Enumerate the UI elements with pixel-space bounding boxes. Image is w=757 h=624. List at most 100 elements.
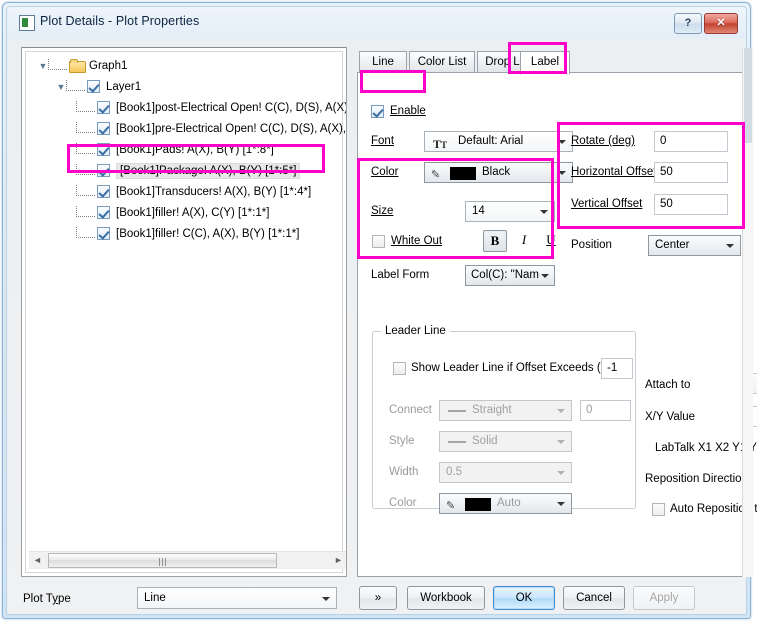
ok-button[interactable]: OK: [493, 586, 555, 610]
tree-connector: [66, 80, 85, 91]
tree-item-checkbox[interactable]: [97, 143, 110, 156]
expand-button[interactable]: »: [359, 586, 397, 610]
tree-item-checkbox[interactable]: [97, 164, 110, 177]
window-title: Plot Details - Plot Properties: [40, 14, 199, 28]
pen-icon: ✎: [431, 166, 440, 185]
plot-tree[interactable]: ▼ Graph1 ▼ Layer1 [Book1]post-Electrical O…: [25, 51, 343, 573]
label-form-value: Col(C): "Nam: [471, 266, 539, 285]
tree-item-filler-ac[interactable]: [Book1]filler! A(X), C(Y) [1*:1*]: [28, 203, 340, 224]
chevron-down-icon: [558, 171, 566, 175]
close-icon[interactable]: ✕: [704, 13, 738, 34]
plot-window-icon: [19, 15, 35, 31]
tree-item-checkbox[interactable]: [97, 185, 110, 198]
scroll-left-arrow-icon[interactable]: ◄: [29, 552, 46, 569]
tree-item-layer1[interactable]: ▼ Layer1: [28, 77, 340, 98]
expand-twisty-icon[interactable]: ▼: [38, 56, 48, 77]
chevron-down-icon: [557, 440, 565, 444]
width-value: 0.5: [446, 463, 462, 482]
scrollbar-thumb[interactable]: [744, 48, 752, 143]
connect-value: Straight: [472, 401, 512, 420]
help-button[interactable]: ?: [674, 13, 702, 34]
show-leader-line-label: Show Leader Line if Offset Exceeds (%): [411, 362, 615, 374]
plot-details-window: Plot Details - Plot Properties ? ✕ ▼ Grap…: [2, 2, 751, 619]
chevron-down-icon: [557, 471, 565, 475]
tree-item-checkbox[interactable]: [97, 101, 110, 114]
tree-connector: [76, 227, 95, 238]
workbook-button[interactable]: Workbook: [407, 586, 485, 610]
font-icon: TT: [433, 135, 447, 155]
font-dropdown[interactable]: TT Default: Arial: [424, 131, 573, 152]
width-dropdown[interactable]: 0.5: [439, 462, 572, 483]
tree-item-label: [Book1]Package! A(X), B(Y) [1*:5*]: [116, 163, 300, 179]
tree-connector: [76, 122, 95, 133]
rotate-input[interactable]: 0: [654, 131, 728, 152]
auto-reposition-checkbox[interactable]: [652, 503, 665, 516]
white-out-checkbox[interactable]: [372, 235, 385, 248]
tree-item-label: Graph1: [89, 60, 127, 72]
size-label: Size: [371, 205, 393, 217]
tree-item-filler-cab[interactable]: [Book1]filler! C(C), A(X), B(Y) [1*:1*]: [28, 224, 340, 245]
panel-vertical-scrollbar[interactable]: [742, 48, 753, 577]
horizontal-offset-input[interactable]: 50: [654, 162, 728, 183]
line-preview-icon: [448, 410, 466, 412]
apply-button[interactable]: Apply: [633, 586, 695, 610]
tab-strip: Line Color List Drop Lines Label: [357, 51, 752, 73]
tree-item-package[interactable]: [Book1]Package! A(X), B(Y) [1*:5*]: [28, 161, 340, 182]
expand-twisty-icon[interactable]: ▼: [56, 77, 66, 98]
tree-item-post-electrical-open[interactable]: [Book1]post-Electrical Open! C(C), D(S),…: [28, 98, 340, 119]
bold-button[interactable]: B: [483, 230, 507, 252]
color-swatch: [450, 167, 476, 180]
leader-color-swatch: [465, 498, 491, 511]
leader-offset-threshold-input[interactable]: -1: [601, 358, 633, 379]
font-label: Font: [371, 135, 394, 147]
tree-item-checkbox[interactable]: [97, 122, 110, 135]
tab-label[interactable]: Label: [520, 51, 570, 75]
position-label: Position: [571, 239, 612, 251]
italic-button[interactable]: I: [513, 230, 535, 250]
leader-color-dropdown[interactable]: ✎ Auto: [439, 493, 572, 514]
enable-checkbox[interactable]: [371, 105, 384, 118]
color-dropdown[interactable]: ✎ Black: [424, 162, 573, 183]
tree-item-pre-electrical-open[interactable]: [Book1]pre-Electrical Open! C(C), D(S), …: [28, 119, 340, 140]
tree-item-graph1[interactable]: ▼ Graph1: [28, 56, 340, 77]
tab-line[interactable]: Line: [359, 51, 407, 73]
xy-value-label: X/Y Value: [645, 411, 695, 423]
connect-dropdown[interactable]: Straight: [439, 400, 572, 421]
tree-item-label: Layer1: [106, 81, 141, 93]
chevron-down-icon: [557, 502, 565, 506]
position-dropdown[interactable]: Center: [648, 235, 741, 256]
chevron-down-icon: [557, 409, 565, 413]
tree-item-label: [Book1]pre-Electrical Open! C(C), D(S), …: [116, 123, 347, 135]
tree-item-transducers[interactable]: [Book1]Transducers! A(X), B(Y) [1*:4*]: [28, 182, 340, 203]
label-form-dropdown[interactable]: Col(C): "Nam: [465, 265, 555, 286]
cancel-button[interactable]: Cancel: [563, 586, 625, 610]
reposition-direction-label: Reposition Direction: [645, 473, 748, 485]
connect-extra-input[interactable]: 0: [580, 400, 631, 421]
tree-connector: [76, 101, 95, 112]
underline-button[interactable]: U: [540, 230, 562, 250]
chevron-down-icon: [558, 140, 566, 144]
scroll-right-arrow-icon[interactable]: ►: [330, 552, 347, 569]
tree-item-checkbox[interactable]: [97, 227, 110, 240]
line-preview-icon: [448, 441, 466, 443]
style-label: Style: [389, 435, 415, 447]
tree-horizontal-scrollbar[interactable]: ◄ ►: [29, 551, 347, 569]
tree-item-checkbox[interactable]: [87, 80, 100, 93]
chevron-down-icon: [726, 244, 734, 248]
chevron-down-icon: [541, 274, 549, 278]
scrollbar-thumb[interactable]: [48, 553, 277, 568]
plot-type-value: Line: [144, 589, 166, 608]
leader-color-label: Color: [389, 497, 416, 509]
tree-item-label: [Book1]filler! C(C), A(X), B(Y) [1*:1*]: [116, 228, 299, 240]
tree-connector: [76, 185, 95, 196]
font-value: Default: Arial: [458, 132, 523, 151]
tree-item-pads[interactable]: [Book1]Pads! A(X), B(Y) [1*:8*]: [28, 140, 340, 161]
show-leader-line-checkbox[interactable]: [393, 362, 406, 375]
position-value: Center: [655, 236, 690, 255]
plot-type-dropdown[interactable]: Line: [137, 587, 337, 609]
tree-item-checkbox[interactable]: [97, 206, 110, 219]
vertical-offset-input[interactable]: 50: [654, 194, 728, 215]
size-dropdown[interactable]: 14: [465, 201, 555, 222]
tab-color-list[interactable]: Color List: [409, 51, 475, 73]
style-dropdown[interactable]: Solid: [439, 431, 572, 452]
